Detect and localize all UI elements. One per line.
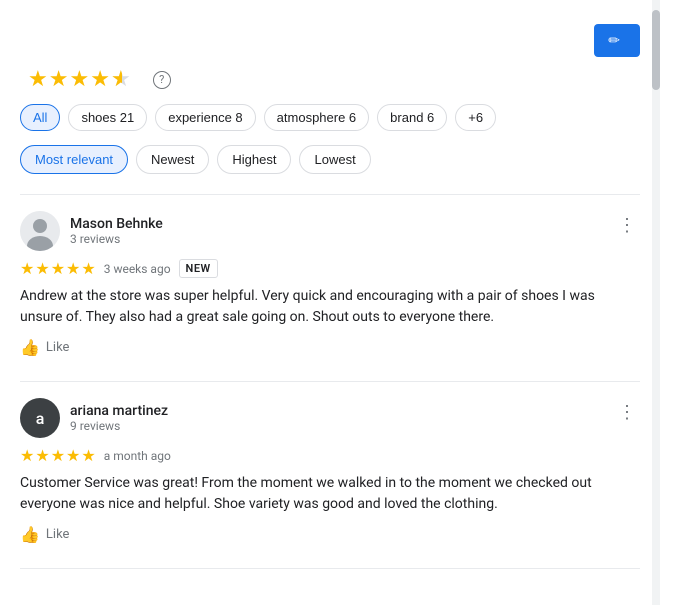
thumbs-up-icon: 👍 [20, 525, 40, 544]
mention-tag-atmosphere[interactable]: atmosphere 6 [264, 104, 370, 131]
sort-btn-highest[interactable]: Highest [217, 145, 291, 174]
review-star: ★ [35, 259, 49, 278]
star-2: ★ [49, 67, 69, 92]
review-divider [20, 381, 640, 382]
mention-tag-experience[interactable]: experience 8 [155, 104, 255, 131]
reviews-container: Mason Behnke 3 reviews ⋮ ★★★★★ 3 weeks a… [20, 211, 640, 569]
reviewer-name: ariana martinez [70, 403, 168, 419]
sort-row: Most relevant Newest Highest Lowest [20, 145, 640, 174]
review-star: ★ [66, 446, 80, 465]
sort-btn-newest[interactable]: Newest [136, 145, 209, 174]
review-date: 3 weeks ago [104, 262, 171, 276]
more-options-icon[interactable]: ⋮ [614, 398, 640, 427]
review-star: ★ [66, 259, 80, 278]
divider [20, 194, 640, 195]
reviewer-avatar [20, 211, 60, 251]
like-button[interactable]: 👍 Like [20, 338, 640, 357]
review-star: ★ [20, 259, 34, 278]
rating-stars: ★ ★ ★ ★ ★ ★ [28, 67, 131, 92]
like-label: Like [46, 527, 70, 542]
review-card-mason-behnke: Mason Behnke 3 reviews ⋮ ★★★★★ 3 weeks a… [20, 211, 640, 357]
thumbs-up-icon: 👍 [20, 338, 40, 357]
review-star: ★ [81, 446, 95, 465]
reviewer-count: 3 reviews [70, 232, 163, 246]
mention-tag-brand[interactable]: brand 6 [377, 104, 447, 131]
review-star: ★ [51, 259, 65, 278]
review-star: ★ [35, 446, 49, 465]
reviewer-info: Mason Behnke 3 reviews [20, 211, 163, 251]
review-star: ★ [51, 446, 65, 465]
tags-row: All shoes 21 experience 8 atmosphere 6 brand… [20, 104, 640, 131]
review-stars: ★★★★★ [20, 259, 96, 278]
like-label: Like [46, 340, 70, 355]
reviewer-name: Mason Behnke [70, 216, 163, 232]
scrollbar[interactable] [652, 0, 660, 605]
like-button[interactable]: 👍 Like [20, 525, 640, 544]
star-1: ★ [28, 67, 48, 92]
new-badge: NEW [179, 259, 218, 278]
review-date: a month ago [104, 449, 171, 463]
review-star: ★ [20, 446, 34, 465]
mention-tag-all[interactable]: All [20, 104, 60, 131]
pencil-icon: ✏ [608, 32, 620, 49]
scrollbar-thumb[interactable] [652, 10, 660, 90]
sort-btn-lowest[interactable]: Lowest [299, 145, 370, 174]
reviewer-count: 9 reviews [70, 419, 168, 433]
reviewer-avatar: a [20, 398, 60, 438]
review-stars-row: ★★★★★ 3 weeks ago NEW [20, 259, 640, 278]
write-review-button[interactable]: ✏ [594, 24, 640, 57]
review-star: ★ [81, 259, 95, 278]
star-5-half: ★ ★ [111, 67, 131, 92]
mention-tag-shoes[interactable]: shoes 21 [68, 104, 147, 131]
reviewer-info: a ariana martinez 9 reviews [20, 398, 168, 438]
review-text: Customer Service was great! From the mom… [20, 473, 640, 515]
rating-row: ★ ★ ★ ★ ★ ★ ? [20, 67, 640, 92]
star-4: ★ [90, 67, 110, 92]
review-stars-row: ★★★★★ a month ago [20, 446, 640, 465]
star-3: ★ [69, 67, 89, 92]
mention-tag-more[interactable]: +6 [455, 104, 496, 131]
more-options-icon[interactable]: ⋮ [614, 211, 640, 240]
sort-btn-relevant[interactable]: Most relevant [20, 145, 128, 174]
review-divider [20, 568, 640, 569]
review-card-ariana-martinez: a ariana martinez 9 reviews ⋮ ★★★★★ a mo… [20, 398, 640, 544]
review-stars: ★★★★★ [20, 446, 96, 465]
help-icon[interactable]: ? [153, 71, 171, 89]
review-text: Andrew at the store was super helpful. V… [20, 286, 640, 328]
